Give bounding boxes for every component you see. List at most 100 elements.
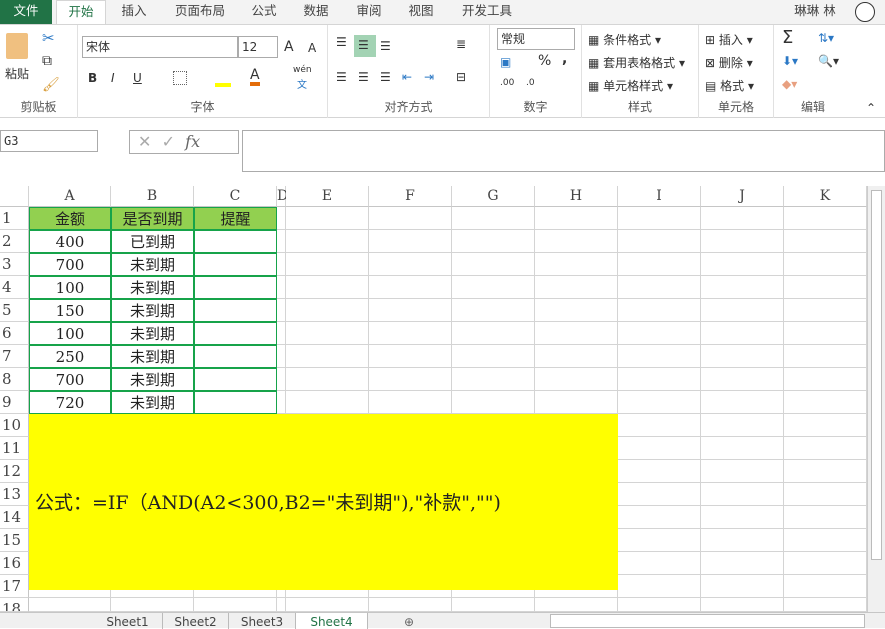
cell[interactable] <box>701 345 784 368</box>
bottom-align-icon[interactable]: ☰ <box>380 39 391 53</box>
cell[interactable] <box>369 391 452 414</box>
grow-font-button[interactable]: A <box>284 39 294 55</box>
currency-icon[interactable]: ▣ <box>500 55 511 69</box>
font-name-select[interactable]: 宋体 <box>82 36 238 58</box>
cell[interactable] <box>784 230 867 253</box>
table-cell[interactable] <box>194 299 277 322</box>
cell[interactable] <box>286 299 369 322</box>
cell[interactable] <box>535 299 618 322</box>
table-cell[interactable]: 已到期 <box>111 230 194 253</box>
merge-center-icon[interactable]: ⊟ <box>456 70 466 84</box>
cell[interactable] <box>286 345 369 368</box>
table-cell[interactable]: 700 <box>29 368 111 391</box>
fill-color-icon[interactable] <box>215 83 231 87</box>
cell[interactable] <box>618 207 701 230</box>
collapse-ribbon-icon[interactable]: ⌃ <box>866 101 876 115</box>
table-cell[interactable] <box>194 253 277 276</box>
cell[interactable] <box>277 207 286 230</box>
table-cell[interactable]: 100 <box>29 322 111 345</box>
cell[interactable] <box>286 276 369 299</box>
cell[interactable] <box>369 207 452 230</box>
tab-page-layout[interactable]: 页面布局 <box>165 0 235 24</box>
insert-function-button[interactable]: fx <box>185 132 200 151</box>
cell[interactable] <box>286 322 369 345</box>
tab-review[interactable]: 审阅 <box>348 0 390 24</box>
insert-cells-button[interactable]: ⊞ 插入 ▾ <box>705 31 753 48</box>
cell[interactable] <box>618 230 701 253</box>
cell[interactable] <box>701 276 784 299</box>
increase-decimal-button[interactable]: .00 <box>500 78 514 88</box>
increase-indent-icon[interactable]: ⇥ <box>424 70 434 84</box>
horizontal-scrollbar[interactable] <box>550 614 865 628</box>
cell[interactable] <box>784 345 867 368</box>
table-cell[interactable]: 未到期 <box>111 345 194 368</box>
tab-home[interactable]: 开始 <box>56 0 106 25</box>
cell[interactable] <box>784 483 867 506</box>
cell[interactable] <box>535 230 618 253</box>
cell[interactable] <box>452 598 535 612</box>
wrap-text-icon[interactable]: ≣ <box>456 37 466 51</box>
table-cell[interactable]: 未到期 <box>111 299 194 322</box>
italic-button[interactable]: I <box>111 71 115 85</box>
cell[interactable] <box>29 598 111 612</box>
cell[interactable] <box>452 207 535 230</box>
column-header[interactable]: E <box>286 186 369 207</box>
cell[interactable] <box>618 575 701 598</box>
cell[interactable] <box>535 253 618 276</box>
cell[interactable] <box>369 230 452 253</box>
tab-formulas[interactable]: 公式 <box>243 0 285 24</box>
cell[interactable] <box>618 598 701 612</box>
sheet-tab-active[interactable]: Sheet4 <box>296 613 368 629</box>
cell[interactable] <box>701 575 784 598</box>
new-sheet-icon[interactable]: ⊕ <box>398 613 420 629</box>
cell[interactable] <box>277 598 286 612</box>
column-header[interactable]: J <box>701 186 784 207</box>
table-cell[interactable]: 720 <box>29 391 111 414</box>
table-cell[interactable] <box>194 230 277 253</box>
column-header[interactable]: I <box>618 186 701 207</box>
cell[interactable] <box>701 368 784 391</box>
cell[interactable] <box>784 414 867 437</box>
cell[interactable] <box>277 391 286 414</box>
table-cell[interactable]: 100 <box>29 276 111 299</box>
cell[interactable] <box>701 230 784 253</box>
cell[interactable] <box>286 598 369 612</box>
column-header[interactable]: B <box>111 186 194 207</box>
cell[interactable] <box>277 368 286 391</box>
cell[interactable] <box>701 253 784 276</box>
number-format-select[interactable]: 常规 <box>497 28 575 50</box>
cell[interactable] <box>369 299 452 322</box>
tab-view[interactable]: 视图 <box>400 0 442 24</box>
phonetic-icon[interactable]: 文 <box>297 76 307 91</box>
cell[interactable] <box>618 506 701 529</box>
table-cell[interactable]: 250 <box>29 345 111 368</box>
tab-insert[interactable]: 插入 <box>112 0 156 24</box>
cell[interactable] <box>452 276 535 299</box>
cell[interactable] <box>277 230 286 253</box>
row-header[interactable]: 2 <box>0 230 29 253</box>
avatar[interactable] <box>855 2 875 22</box>
cell[interactable] <box>535 276 618 299</box>
table-header-cell[interactable]: 是否到期 <box>111 207 194 230</box>
cell[interactable] <box>701 552 784 575</box>
cell[interactable] <box>535 322 618 345</box>
cell[interactable] <box>701 322 784 345</box>
row-header[interactable]: 8 <box>0 368 29 391</box>
cell-styles-button[interactable]: ▦ 单元格样式 ▾ <box>588 77 673 94</box>
cell[interactable] <box>369 598 452 612</box>
cell[interactable] <box>618 299 701 322</box>
cell[interactable] <box>369 276 452 299</box>
table-cell[interactable] <box>194 276 277 299</box>
underline-button[interactable]: U <box>133 71 142 85</box>
copy-icon[interactable]: ⧉ <box>42 53 52 69</box>
cell[interactable] <box>701 391 784 414</box>
table-header-cell[interactable]: 金额 <box>29 207 111 230</box>
sheet-tab[interactable]: Sheet1 <box>93 613 163 629</box>
cell[interactable] <box>784 391 867 414</box>
scroll-thumb[interactable] <box>871 190 882 560</box>
cell[interactable] <box>784 598 867 612</box>
cell[interactable] <box>701 598 784 612</box>
cell[interactable] <box>618 414 701 437</box>
table-cell[interactable]: 未到期 <box>111 368 194 391</box>
cell[interactable] <box>618 368 701 391</box>
